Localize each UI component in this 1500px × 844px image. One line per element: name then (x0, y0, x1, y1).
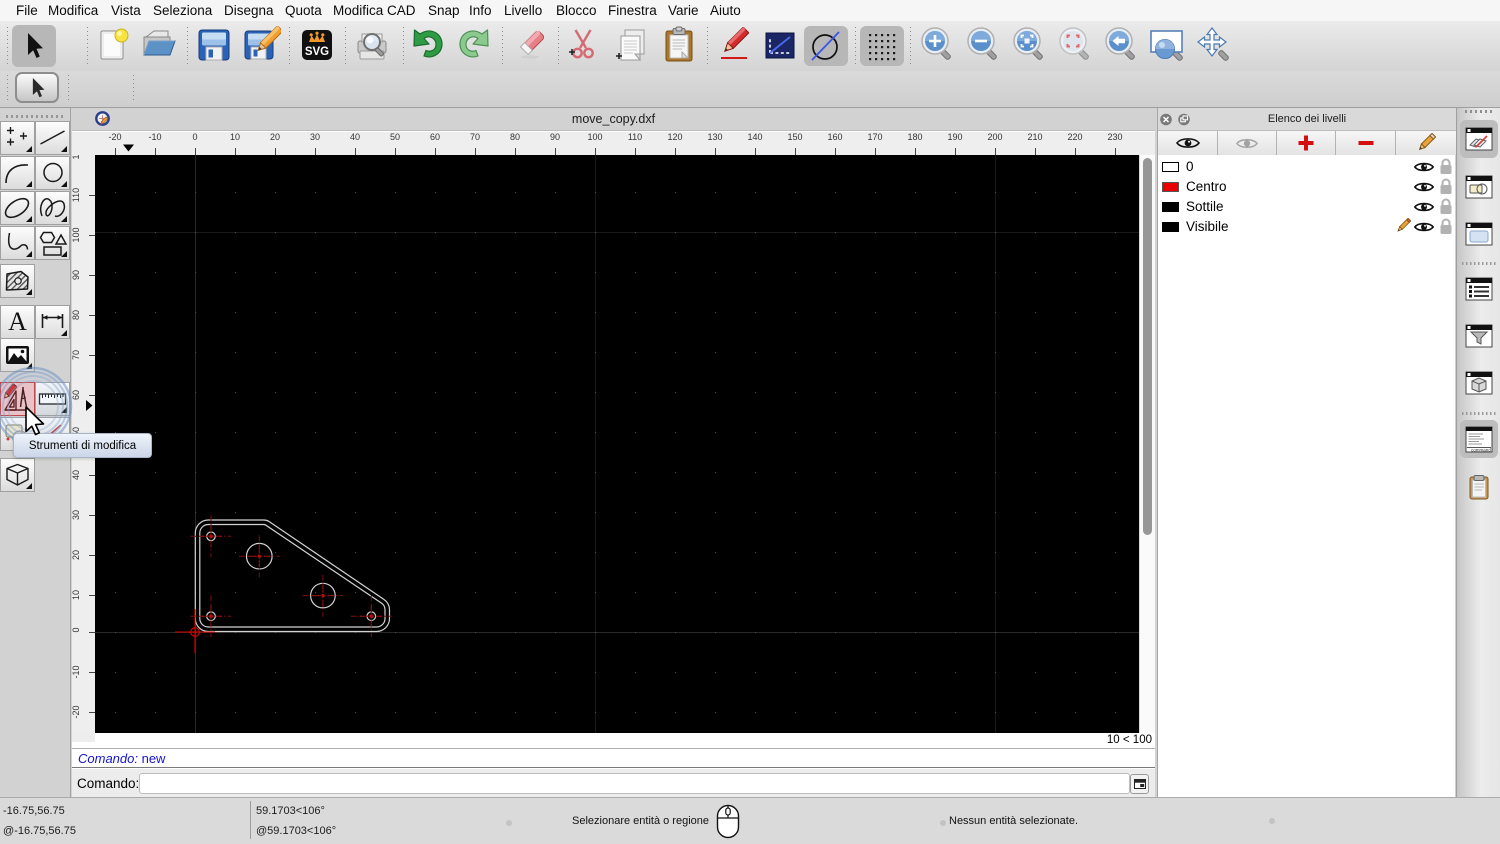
svg-text:SVG: SVG (305, 46, 329, 58)
svg-text:command: command (1471, 447, 1491, 452)
